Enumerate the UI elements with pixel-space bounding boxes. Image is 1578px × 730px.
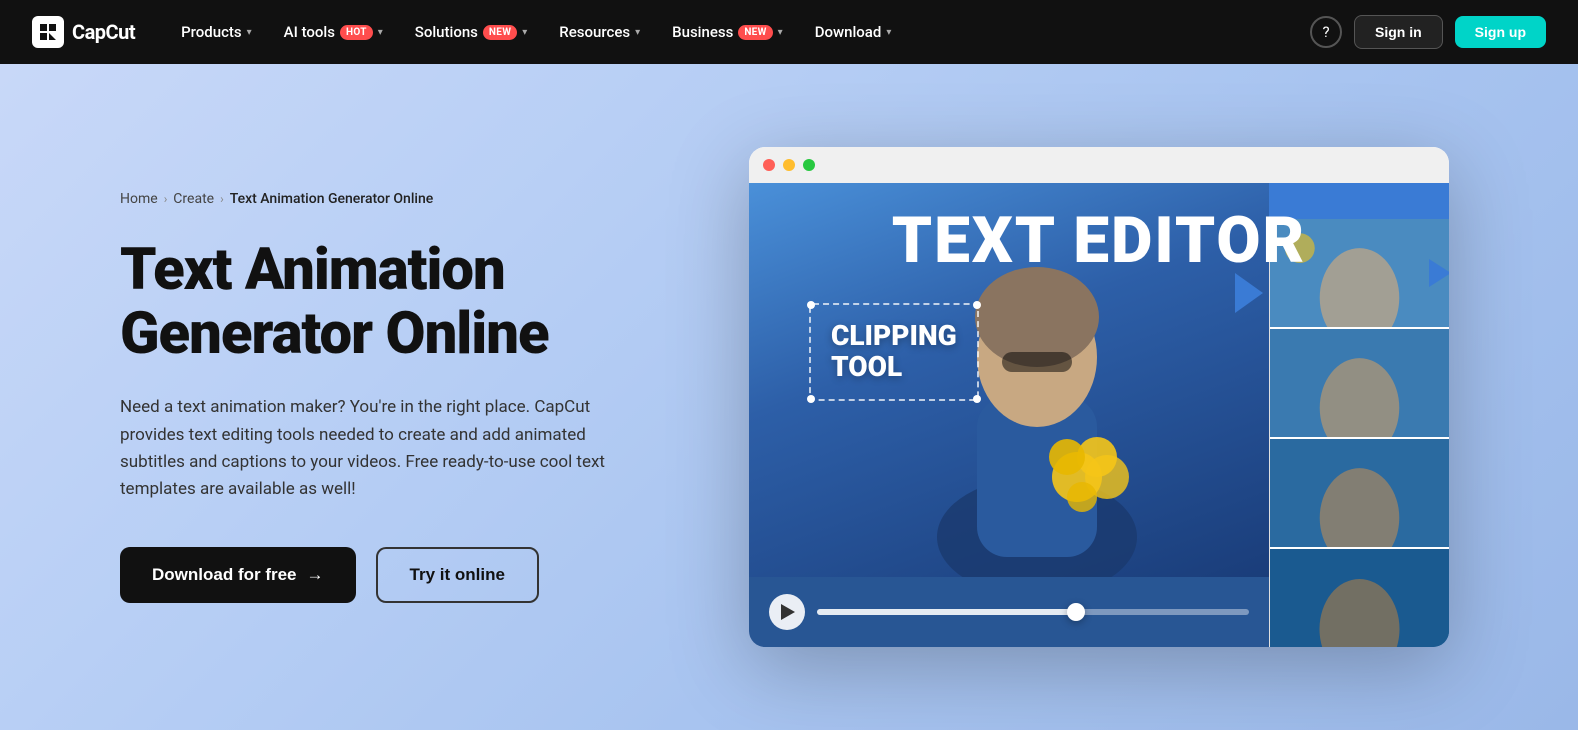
hero-left: Home › Create › Text Animation Generator… <box>120 191 700 603</box>
breadcrumb-current: Text Animation Generator Online <box>230 191 434 207</box>
nav-item-ai-tools[interactable]: AI tools Hot ▾ <box>270 15 397 49</box>
signup-button[interactable]: Sign up <box>1455 16 1546 48</box>
video-controls <box>749 577 1269 647</box>
help-icon[interactable]: ? <box>1310 16 1342 48</box>
navbar: CapCut Products ▾ AI tools Hot ▾ Solutio… <box>0 0 1578 64</box>
window-close-dot <box>763 159 775 171</box>
nav-item-resources[interactable]: Resources ▾ <box>545 15 654 49</box>
chevron-down-icon: ▾ <box>886 27 891 38</box>
play-button[interactable] <box>769 594 805 630</box>
nav-item-ai-tools-label: AI tools <box>284 23 335 41</box>
new-badge: New <box>738 25 772 40</box>
capcut-logo-icon <box>32 16 64 48</box>
nav-item-business-label: Business <box>672 23 733 41</box>
nav-item-products[interactable]: Products ▾ <box>167 15 266 49</box>
chevron-down-icon: ▾ <box>778 27 783 38</box>
thumbnail-2-img <box>1270 329 1449 437</box>
progress-fill <box>817 609 1076 615</box>
hero-title: Text Animation Generator Online <box>120 239 700 367</box>
hero-right: TEXT EDITOR <box>700 147 1498 647</box>
thumbnail-3-img <box>1270 439 1449 547</box>
hero-section: Home › Create › Text Animation Generator… <box>0 64 1578 730</box>
progress-bar[interactable] <box>817 609 1249 615</box>
clipping-tool-overlay: CLIPPINGTOOL <box>809 303 979 401</box>
signin-button[interactable]: Sign in <box>1354 15 1443 49</box>
hot-badge: Hot <box>340 25 373 40</box>
nav-item-products-label: Products <box>181 23 242 41</box>
clipping-label: CLIPPINGTOOL <box>831 321 957 383</box>
window-minimize-dot <box>783 159 795 171</box>
editor-body: TEXT EDITOR <box>749 183 1449 647</box>
thumbnail-item-2[interactable] <box>1270 329 1449 439</box>
logo-text: CapCut <box>72 20 135 44</box>
nav-item-download[interactable]: Download ▾ <box>801 15 906 49</box>
hero-description: Need a text animation maker? You're in t… <box>120 394 640 503</box>
chevron-down-icon: ▾ <box>247 27 252 38</box>
cursor-arrow-icon <box>1429 259 1449 287</box>
breadcrumb-create[interactable]: Create <box>173 191 214 207</box>
hero-buttons: Download for free → Try it online <box>120 547 700 603</box>
nav-item-solutions[interactable]: Solutions New ▾ <box>401 15 542 49</box>
thumbnail-item-4[interactable] <box>1270 549 1449 647</box>
play-icon <box>781 604 795 620</box>
window-maximize-dot <box>803 159 815 171</box>
arrow-icon: → <box>307 565 324 585</box>
new-badge: New <box>483 25 517 40</box>
chevron-down-icon: ▾ <box>378 27 383 38</box>
try-online-button[interactable]: Try it online <box>376 547 539 603</box>
breadcrumb-separator: › <box>164 192 168 206</box>
logo[interactable]: CapCut <box>32 16 135 48</box>
breadcrumb-separator: › <box>220 192 224 206</box>
nav-item-solutions-label: Solutions <box>415 23 478 41</box>
thumbnail-panel: + <box>1269 219 1449 647</box>
editor-titlebar <box>749 147 1449 183</box>
nav-right: ? Sign in Sign up <box>1310 15 1546 49</box>
thumbnail-4-img <box>1270 549 1449 647</box>
editor-title-label: TEXT EDITOR <box>749 203 1449 278</box>
breadcrumb: Home › Create › Text Animation Generator… <box>120 191 700 207</box>
progress-thumb <box>1067 603 1085 621</box>
blue-cursor-icon <box>1235 273 1275 313</box>
thumbnail-item-3[interactable] <box>1270 439 1449 549</box>
breadcrumb-home[interactable]: Home <box>120 191 158 207</box>
download-button-label: Download for free <box>152 565 297 585</box>
chevron-down-icon: ▾ <box>635 27 640 38</box>
download-button[interactable]: Download for free → <box>120 547 356 603</box>
nav-item-download-label: Download <box>815 23 882 41</box>
nav-item-resources-label: Resources <box>559 23 630 41</box>
nav-items: Products ▾ AI tools Hot ▾ Solutions New … <box>167 15 1310 49</box>
nav-item-business[interactable]: Business New ▾ <box>658 15 797 49</box>
editor-window: TEXT EDITOR <box>749 147 1449 647</box>
chevron-down-icon: ▾ <box>522 27 527 38</box>
